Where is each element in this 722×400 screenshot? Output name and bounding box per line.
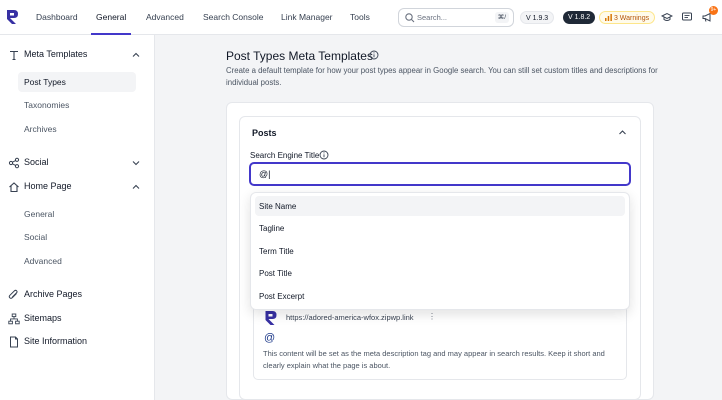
site-logo [265, 311, 277, 325]
sidebar-item-post-types[interactable]: Post Types [18, 72, 136, 92]
more-vertical-icon[interactable]: ⋮ [428, 312, 436, 321]
tab-advanced[interactable]: Advanced [146, 0, 184, 35]
notification-badge: 9+ [709, 6, 718, 15]
document-icon [10, 336, 18, 348]
preview-url: https://adored-america-wfox.zipwp.link [286, 313, 414, 322]
app-logo[interactable] [6, 9, 19, 25]
search-engine-title-label: Search Engine Title [250, 151, 320, 160]
page-title: Post Types Meta Templates [226, 49, 373, 63]
sidebar-item-site-information[interactable]: Site Information [0, 332, 155, 352]
option-label: Site Name [259, 202, 297, 211]
sidebar-item-home-advanced[interactable]: Advanced [18, 251, 136, 271]
search-icon [405, 13, 415, 23]
preview-title: @ [264, 332, 276, 344]
chevron-up-icon [132, 52, 140, 57]
sidebar-item-archives[interactable]: Archives [18, 119, 136, 139]
tab-general[interactable]: General [90, 0, 132, 35]
sidebar-label: Site Information [24, 336, 88, 346]
option-label: Post Excerpt [259, 292, 305, 301]
sidebar-label: Meta Templates [24, 49, 88, 59]
sidebar-label: Archive Pages [24, 289, 83, 299]
tab-link-manager[interactable]: Link Manager [281, 0, 333, 35]
option-label: Tagline [259, 224, 285, 233]
typography-icon [10, 50, 18, 61]
bar-chart-icon [605, 14, 612, 21]
sidebar-item-social[interactable]: Social [0, 153, 155, 173]
sidebar-item-home-page[interactable]: Home Page [0, 177, 155, 197]
sidebar-item-home-general[interactable]: General [18, 204, 136, 224]
tab-tools[interactable]: Tools [350, 0, 370, 35]
search-placeholder: Search... [417, 13, 448, 22]
warnings-label: 3 Warnings [613, 15, 650, 22]
option-label: Post Title [259, 269, 292, 278]
sidebar-item-archive-pages[interactable]: Archive Pages [0, 285, 155, 305]
sidebar-label: General [24, 209, 55, 219]
tab-dashboard[interactable]: Dashboard [36, 0, 78, 35]
sitemap-icon [8, 313, 20, 325]
info-icon[interactable] [319, 150, 329, 160]
sidebar-label: Advanced [24, 256, 62, 266]
sidebar-label: Sitemaps [24, 313, 62, 323]
sidebar-item-taxonomies[interactable]: Taxonomies [18, 95, 136, 115]
share-icon [8, 157, 20, 169]
search-box[interactable]: Search... ⌘/ [398, 8, 514, 27]
chevron-up-icon[interactable] [617, 127, 628, 138]
sidebar-item-meta-templates[interactable]: Meta Templates [0, 45, 155, 65]
feedback-icon[interactable] [681, 11, 693, 23]
paperclip-icon [8, 289, 18, 299]
dropdown-option-term-title[interactable]: Term Title [255, 241, 625, 261]
tab-search-console[interactable]: Search Console [203, 0, 263, 35]
dropdown-option-tagline[interactable]: Tagline [255, 218, 625, 238]
dropdown-option-site-name[interactable]: Site Name [255, 196, 625, 216]
dropdown-option-post-title[interactable]: Post Title [255, 263, 625, 283]
sidebar-item-sitemaps[interactable]: Sitemaps [0, 309, 155, 329]
chevron-down-icon [132, 161, 140, 166]
graduation-cap-icon[interactable] [661, 11, 673, 23]
warnings-badge[interactable]: 3 Warnings [599, 11, 656, 24]
sidebar-label: Archives [24, 124, 57, 134]
pro-version-badge: V 1.8.2 [563, 11, 596, 24]
preview-description: This content will be set as the meta des… [263, 349, 605, 370]
home-icon [9, 182, 19, 193]
dropdown-option-post-excerpt[interactable]: Post Excerpt [255, 286, 625, 306]
search-engine-title-input[interactable] [249, 162, 631, 186]
sidebar-label: Social [24, 157, 49, 167]
plugin-version-badge: V 1.9.3 [520, 11, 555, 24]
page-description: Create a default template for how your p… [226, 66, 658, 87]
chevron-up-icon [132, 184, 140, 189]
sidebar-item-home-social[interactable]: Social [18, 227, 136, 247]
section-title[interactable]: Posts [252, 128, 277, 138]
top-navigation-bar: Dashboard General Advanced Search Consol… [0, 0, 722, 35]
option-label: Term Title [259, 247, 294, 256]
info-icon[interactable] [369, 50, 379, 60]
sidebar-label: Social [24, 232, 48, 242]
search-shortcut: ⌘/ [494, 12, 509, 23]
sidebar-label: Post Types [24, 77, 66, 87]
sidebar-label: Home Page [24, 181, 72, 191]
sidebar-label: Taxonomies [24, 100, 70, 110]
